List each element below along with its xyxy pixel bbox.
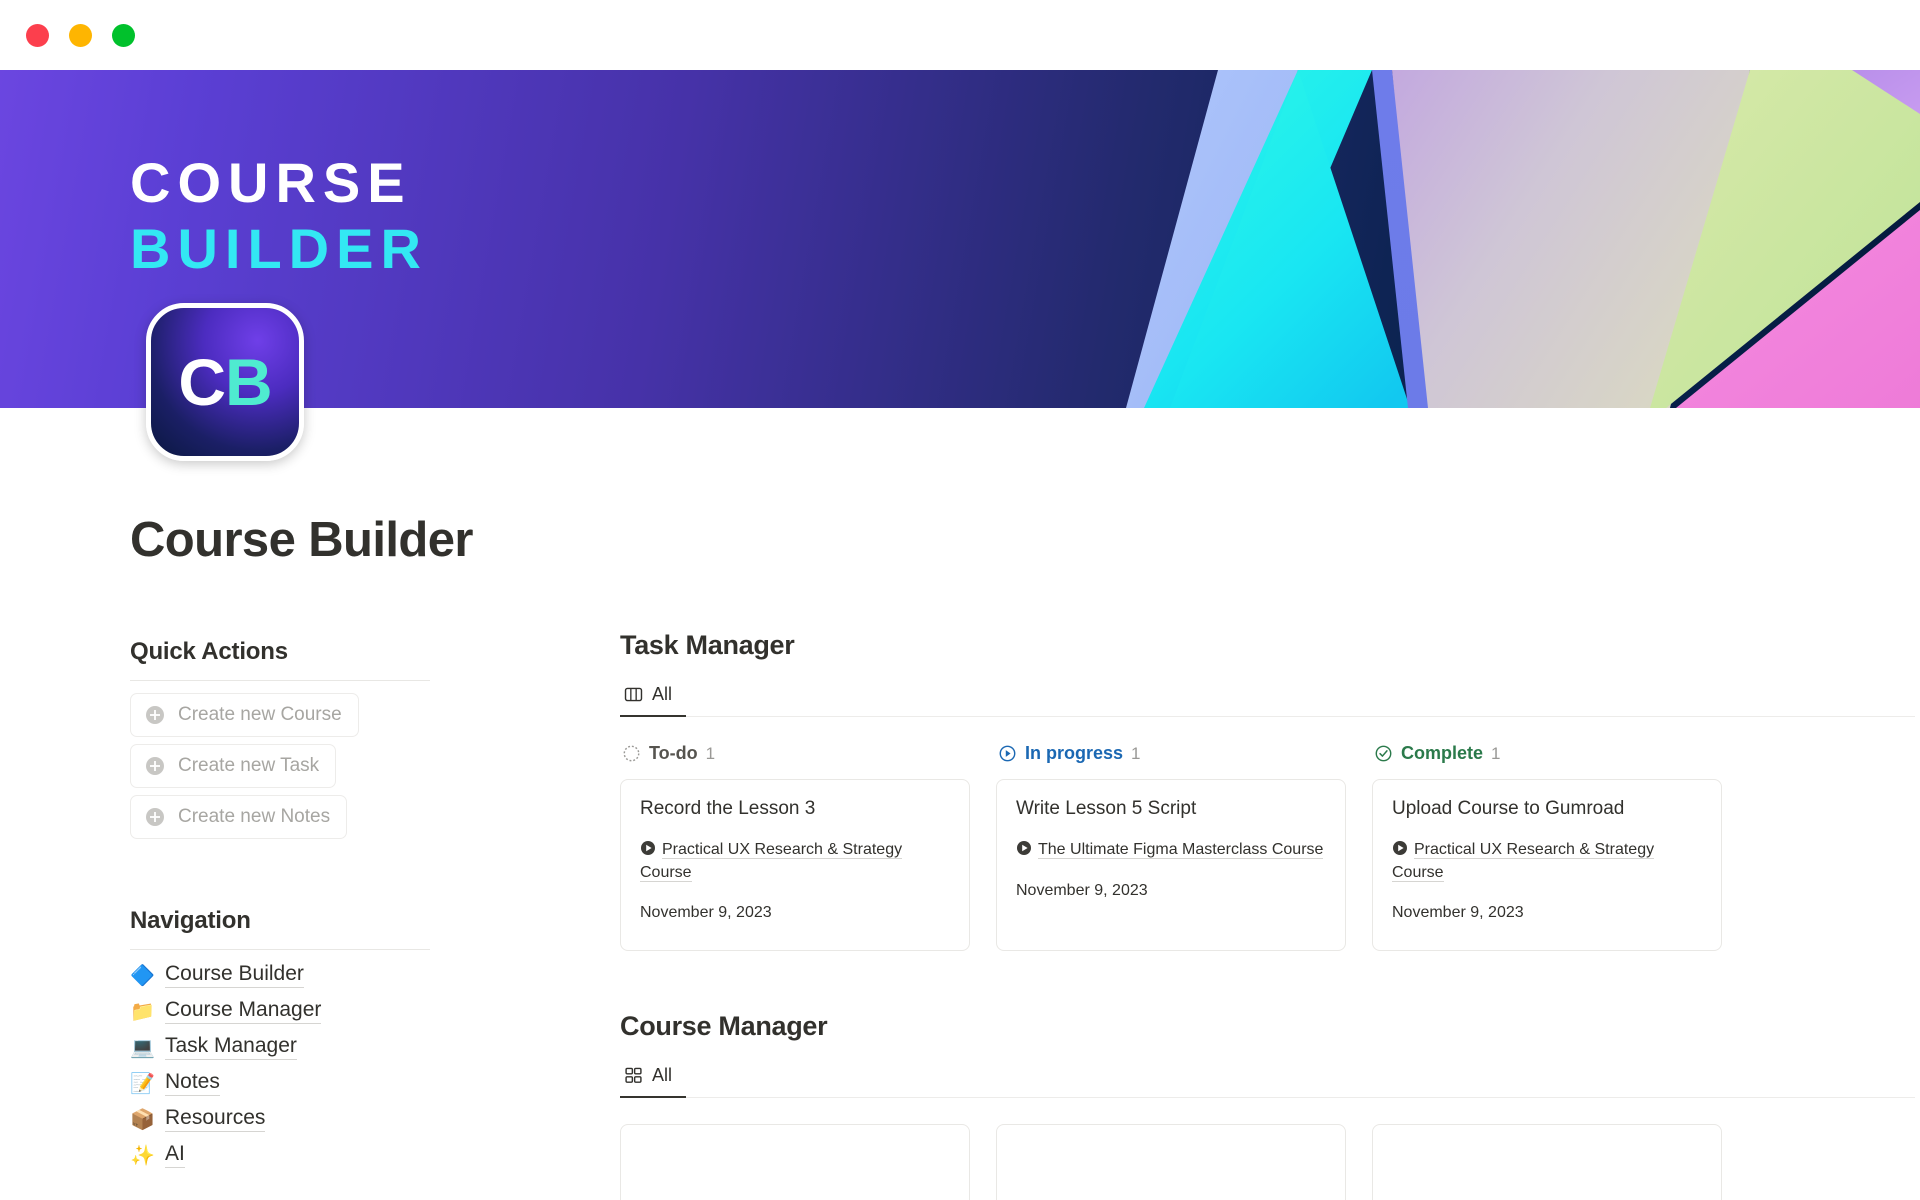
task-card-course-label: Practical UX Research & Strategy Course — [640, 841, 903, 882]
package-icon: 📦 — [130, 1107, 155, 1131]
course-manager-tabbar: All — [620, 1062, 1915, 1098]
banner-title-line-2: BUILDER — [130, 217, 428, 281]
kanban-status-label: To-do — [649, 743, 698, 763]
page-icon-cb[interactable]: CB — [146, 303, 304, 461]
page-icon-letter-b: B — [225, 345, 273, 419]
quick-actions-heading: Quick Actions — [130, 638, 288, 665]
window-titlebar — [0, 0, 1920, 70]
sidebar-item-label: Course Builder — [165, 962, 304, 988]
plus-circle-icon — [146, 808, 164, 826]
task-card-date: November 9, 2023 — [640, 904, 772, 922]
task-card-course-label: Practical UX Research & Strategy Course — [1392, 841, 1655, 882]
task-card-course[interactable]: Practical UX Research & Strategy Course — [640, 839, 950, 884]
notepad-icon: 📝 — [130, 1071, 155, 1095]
main-content: Task Manager All To-do 1 Record the Less… — [430, 630, 1920, 1200]
navigation-divider — [130, 949, 430, 950]
task-card-course[interactable]: The Ultimate Figma Masterclass Course — [1016, 839, 1326, 862]
plus-circle-icon — [146, 757, 164, 775]
maximize-window-button[interactable] — [112, 23, 135, 47]
navigation-heading: Navigation — [130, 907, 251, 934]
sidebar-item-notes[interactable]: 📝 Notes — [130, 1070, 430, 1096]
kanban-status-count: 1 — [1491, 743, 1501, 763]
quick-actions-divider — [130, 680, 430, 681]
kanban-column-header: Complete 1 — [1372, 743, 1722, 764]
course-gallery — [620, 1124, 1920, 1200]
course-builder-icon: 🔷 — [130, 963, 155, 987]
prism-artwork — [1126, 70, 1920, 408]
kanban-column-header: In progress 1 — [996, 743, 1346, 764]
task-card-course[interactable]: Practical UX Research & Strategy Course — [1392, 839, 1702, 884]
kanban-column-header: To-do 1 — [620, 743, 970, 764]
kanban-status-label: Complete — [1401, 743, 1484, 763]
task-card-course-label: The Ultimate Figma Masterclass Course — [1038, 841, 1324, 859]
tab-task-manager-all[interactable]: All — [620, 681, 687, 717]
create-new-task-button[interactable]: Create new Task — [130, 744, 337, 788]
task-manager-title: Task Manager — [620, 630, 795, 660]
task-card-date: November 9, 2023 — [1392, 904, 1524, 922]
quick-actions-list: Create new Course Create new Task Create… — [130, 693, 430, 839]
task-card[interactable]: Record the Lesson 3 Practical UX Researc… — [620, 779, 970, 951]
tab-label: All — [652, 684, 673, 704]
task-card-title: Upload Course to Gumroad — [1392, 798, 1625, 819]
sidebar-item-label: AI — [165, 1142, 185, 1168]
kanban-column-todo: To-do 1 Record the Lesson 3 Practical UX… — [620, 743, 970, 951]
sparkles-icon: ✨ — [130, 1143, 155, 1167]
play-circle-icon — [1017, 841, 1031, 855]
tab-label: All — [652, 1065, 673, 1085]
task-kanban-board: To-do 1 Record the Lesson 3 Practical UX… — [620, 743, 1920, 951]
quick-actions-block: Quick Actions Create new Course Create n… — [130, 638, 430, 839]
sidebar-item-label: Task Manager — [165, 1034, 297, 1060]
create-new-notes-button[interactable]: Create new Notes — [130, 795, 348, 839]
create-new-course-label: Create new Course — [178, 704, 342, 725]
tab-course-manager-all[interactable]: All — [620, 1062, 687, 1098]
sidebar-item-label: Resources — [165, 1106, 266, 1132]
course-card[interactable] — [1372, 1124, 1722, 1200]
page-icon-letter-c: C — [178, 345, 226, 419]
kanban-column-complete: Complete 1 Upload Course to Gumroad Prac… — [1372, 743, 1722, 951]
banner-title: COURSE BUILDER — [130, 150, 428, 282]
sidebar-item-label: Notes — [165, 1070, 220, 1096]
dotted-circle-icon — [623, 745, 640, 762]
page-title: Course Builder — [130, 513, 473, 567]
plus-circle-icon — [146, 706, 164, 724]
course-manager-title: Course Manager — [620, 1011, 828, 1041]
sidebar-item-course-manager[interactable]: 📁 Course Manager — [130, 998, 430, 1024]
banner-title-line-1: COURSE — [130, 151, 412, 214]
task-card[interactable]: Write Lesson 5 Script The Ultimate Figma… — [996, 779, 1346, 951]
board-view-icon — [624, 687, 643, 702]
sidebar-item-course-builder[interactable]: 🔷 Course Builder — [130, 962, 430, 988]
sidebar-item-ai[interactable]: ✨ AI — [130, 1142, 430, 1168]
navigation-list: 🔷 Course Builder 📁 Course Manager 💻 Task… — [130, 962, 430, 1168]
task-card-title: Write Lesson 5 Script — [1016, 798, 1197, 819]
play-circle-outline-icon — [999, 745, 1016, 762]
task-manager-tabbar: All — [620, 681, 1915, 717]
course-manager-section: Course Manager All — [620, 1011, 1920, 1200]
sidebar-item-task-manager[interactable]: 💻 Task Manager — [130, 1034, 430, 1060]
kanban-status-count: 1 — [705, 743, 716, 763]
create-new-course-button[interactable]: Create new Course — [130, 693, 359, 737]
navigation-block: Navigation 🔷 Course Builder 📁 Course Man… — [130, 907, 430, 1168]
minimize-window-button[interactable] — [69, 23, 92, 47]
task-manager-section: Task Manager All To-do 1 Record the Less… — [620, 630, 1920, 951]
task-card-date: November 9, 2023 — [1016, 881, 1148, 899]
kanban-status-label: In progress — [1025, 743, 1124, 763]
laptop-icon: 💻 — [130, 1035, 155, 1059]
course-card[interactable] — [620, 1124, 970, 1200]
course-card[interactable] — [996, 1124, 1346, 1200]
kanban-status-count: 1 — [1131, 743, 1141, 763]
check-circle-icon — [1375, 745, 1392, 762]
gallery-view-icon — [625, 1067, 642, 1083]
play-circle-icon — [1393, 841, 1407, 855]
play-circle-icon — [641, 841, 655, 855]
folder-icon: 📁 — [130, 999, 155, 1023]
task-card[interactable]: Upload Course to Gumroad Practical UX Re… — [1372, 779, 1722, 951]
task-card-title: Record the Lesson 3 — [640, 798, 816, 819]
create-new-notes-label: Create new Notes — [178, 806, 331, 827]
sidebar: Quick Actions Create new Course Create n… — [130, 630, 430, 1168]
sidebar-item-label: Course Manager — [165, 998, 322, 1024]
close-window-button[interactable] — [26, 23, 49, 47]
kanban-column-in-progress: In progress 1 Write Lesson 5 Script The … — [996, 743, 1346, 951]
sidebar-item-resources[interactable]: 📦 Resources — [130, 1106, 430, 1132]
create-new-task-label: Create new Task — [178, 755, 320, 776]
